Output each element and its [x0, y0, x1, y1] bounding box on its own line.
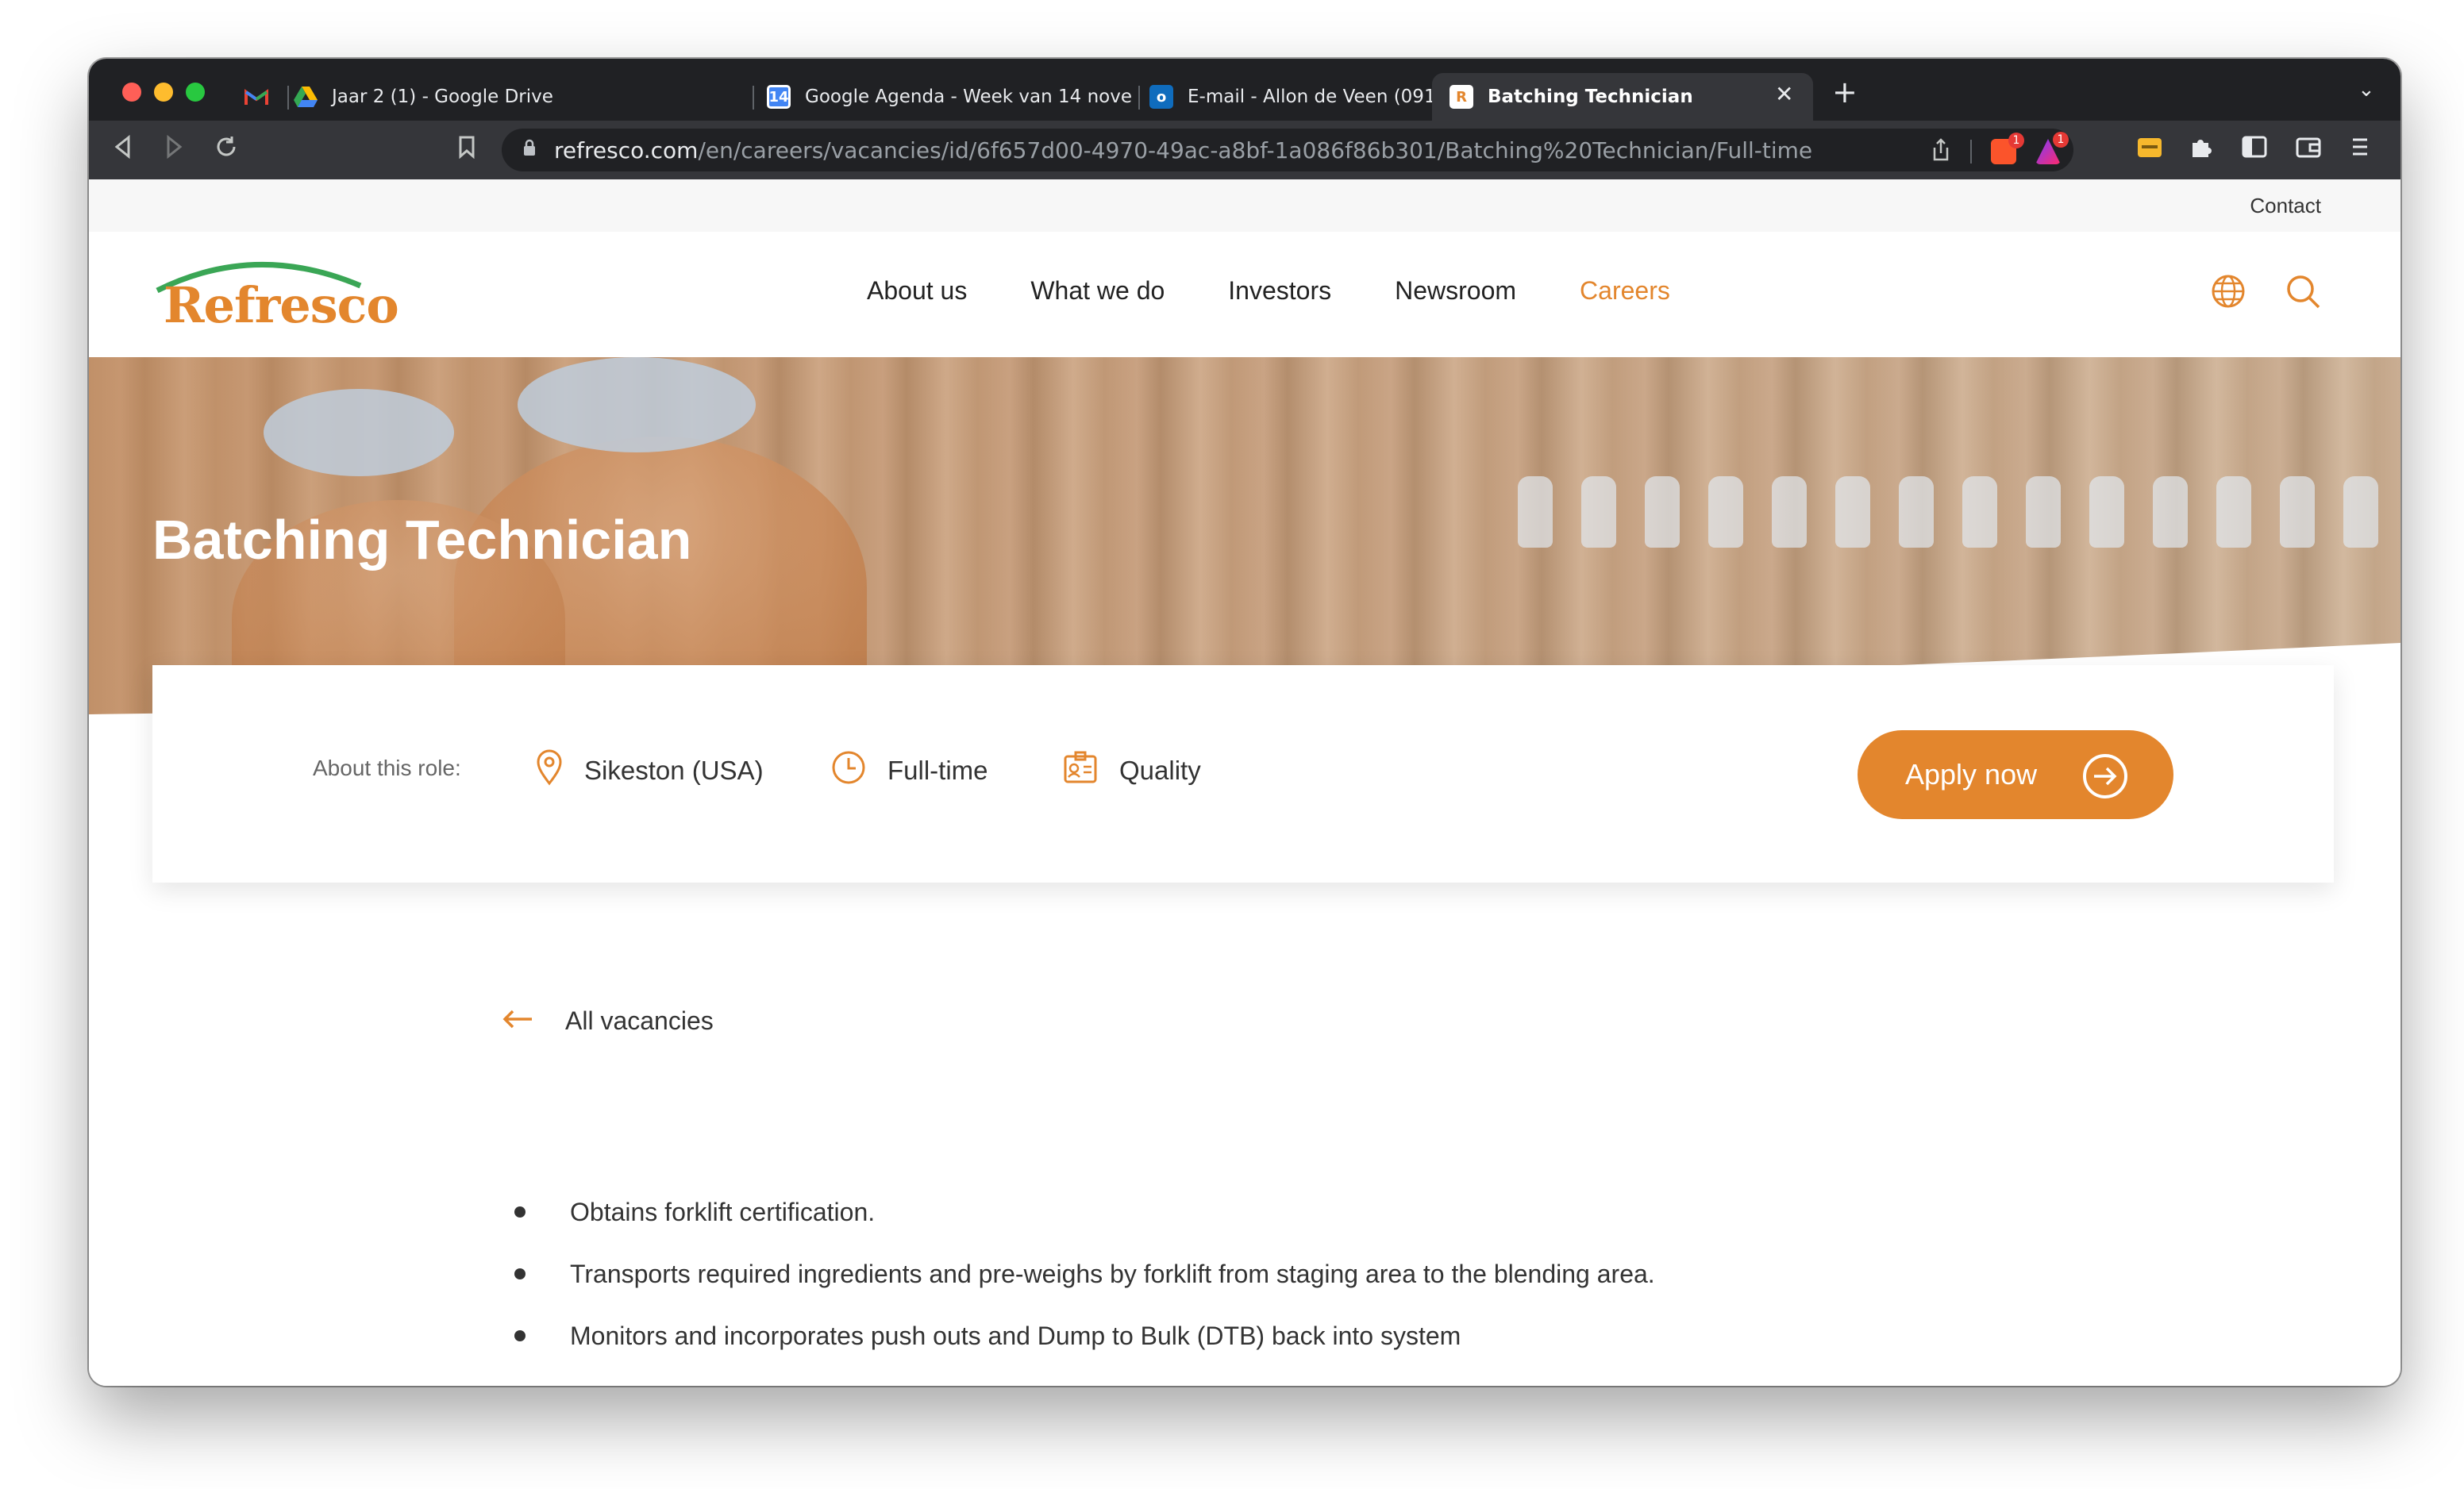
utility-bar: Contact — [89, 179, 2400, 232]
nav-careers[interactable]: Careers — [1580, 276, 1670, 306]
minimize-window-button[interactable] — [154, 83, 173, 102]
role-location: Sikeston (USA) — [535, 749, 764, 792]
brave-shields-icon[interactable]: 1 — [1991, 133, 2024, 164]
tab-separator — [753, 86, 754, 110]
wallet-icon[interactable] — [2296, 135, 2321, 167]
gmail-icon — [244, 85, 268, 109]
list-item: Transports required ingredients and pre-… — [502, 1243, 1805, 1305]
browser-window: Jaar 2 (1) - Google Drive 14 Google Agen… — [89, 59, 2400, 1386]
search-icon[interactable] — [2285, 273, 2321, 313]
nav-investors[interactable]: Investors — [1228, 276, 1331, 306]
tab-google-drive[interactable]: Jaar 2 (1) - Google Drive — [294, 73, 738, 121]
sidebar-icon[interactable] — [2242, 135, 2267, 167]
close-tab-icon[interactable]: ✕ — [1775, 81, 1793, 107]
url-domain: refresco.com — [554, 137, 699, 164]
reload-icon[interactable] — [214, 135, 238, 167]
outlook-icon: o — [1149, 85, 1173, 109]
tab-label: Batching Technician — [1488, 87, 1693, 107]
main-nav: About us What we do Investors Newsroom C… — [867, 276, 1670, 306]
role-location-text: Sikeston (USA) — [584, 756, 764, 785]
header-actions — [2210, 273, 2321, 313]
tab-separator — [1138, 86, 1140, 110]
zoom-window-button[interactable] — [186, 83, 205, 102]
brave-rewards-count: 1 — [2053, 132, 2069, 148]
close-window-button[interactable] — [122, 83, 141, 102]
browser-toolbar: refresco.com/en/careers/vacancies/id/6f6… — [89, 121, 2400, 179]
refresco-icon: R — [1450, 85, 1473, 109]
site-header: Refresco About us What we do Investors N… — [89, 232, 2400, 357]
tab-strip: Jaar 2 (1) - Google Drive 14 Google Agen… — [89, 59, 2400, 121]
back-icon[interactable] — [113, 134, 133, 167]
hero-photo-bottles — [1518, 476, 2378, 595]
tab-gmail[interactable] — [244, 73, 276, 121]
refresco-logo[interactable]: Refresco — [152, 256, 399, 335]
role-employment: Full-time — [830, 749, 988, 792]
page-title: Batching Technician — [152, 509, 692, 571]
role-label: About this role: — [313, 756, 461, 780]
arrow-right-circle-icon — [2083, 754, 2127, 798]
location-pin-icon — [535, 749, 564, 792]
menu-icon[interactable] — [2350, 135, 2370, 167]
list-item: Monitors and incorporates push outs and … — [502, 1305, 1805, 1367]
url-text: refresco.com/en/careers/vacancies/id/6f6… — [554, 137, 1812, 164]
google-drive-icon — [294, 85, 318, 109]
id-badge-icon — [1062, 749, 1099, 792]
list-item: Hooks up hoses, pumps and lines for bulk… — [502, 1367, 1805, 1386]
google-calendar-icon: 14 — [767, 85, 791, 109]
clock-icon — [830, 749, 867, 792]
nav-newsroom[interactable]: Newsroom — [1395, 276, 1516, 306]
tab-label: Google Agenda - Week van 14 nove — [805, 87, 1132, 107]
role-department: Quality — [1062, 749, 1201, 792]
tab-search-chevron-icon[interactable]: ⌄ — [2358, 78, 2375, 102]
contact-link[interactable]: Contact — [2250, 194, 2321, 218]
logo-text: Refresco — [164, 276, 399, 334]
role-summary-card: About this role: Sikeston (USA) Full-tim… — [152, 665, 2334, 883]
apply-now-label: Apply now — [1905, 758, 2038, 791]
share-icon[interactable] — [1931, 138, 1951, 165]
forward-icon[interactable] — [164, 134, 184, 167]
address-bar-actions: 1 1 — [1931, 132, 2069, 165]
list-item: Obtains forklift certification. — [502, 1181, 1805, 1243]
new-tab-button[interactable]: + — [1832, 75, 1858, 110]
apply-now-button[interactable]: Apply now — [1858, 730, 2173, 819]
role-employment-text: Full-time — [887, 756, 988, 785]
tab-separator — [287, 86, 289, 110]
url-path: /en/careers/vacancies/id/6f657d00-4970-4… — [698, 137, 1813, 164]
lock-icon — [522, 139, 537, 161]
extensions-puzzle-icon[interactable] — [2189, 135, 2213, 167]
web-page: Contact Refresco About us What we do Inv… — [89, 179, 2400, 1386]
hero-photo-hairnet — [518, 357, 756, 452]
nav-about-us[interactable]: About us — [867, 276, 967, 306]
nav-what-we-do[interactable]: What we do — [1030, 276, 1165, 306]
tab-label: Jaar 2 (1) - Google Drive — [332, 87, 553, 107]
arrow-left-icon — [502, 1006, 533, 1036]
job-duties-list: Obtains forklift certification. Transpor… — [502, 1181, 1805, 1386]
bookmark-icon[interactable] — [457, 135, 476, 167]
role-department-text: Quality — [1119, 756, 1201, 785]
all-vacancies-label: All vacancies — [565, 1006, 714, 1035]
all-vacancies-link[interactable]: All vacancies — [502, 1006, 714, 1036]
hero-photo-hairnet — [264, 389, 454, 476]
globe-icon[interactable] — [2210, 273, 2246, 313]
wallet-extension-icon[interactable] — [2137, 135, 2162, 167]
tab-batching-technician[interactable]: R Batching Technician ✕ — [1432, 73, 1813, 121]
brave-shields-count: 1 — [2008, 133, 2024, 148]
divider — [1970, 140, 1972, 164]
address-bar[interactable]: refresco.com/en/careers/vacancies/id/6f6… — [502, 129, 2073, 171]
tab-google-calendar[interactable]: 14 Google Agenda - Week van 14 nove — [767, 73, 1132, 121]
